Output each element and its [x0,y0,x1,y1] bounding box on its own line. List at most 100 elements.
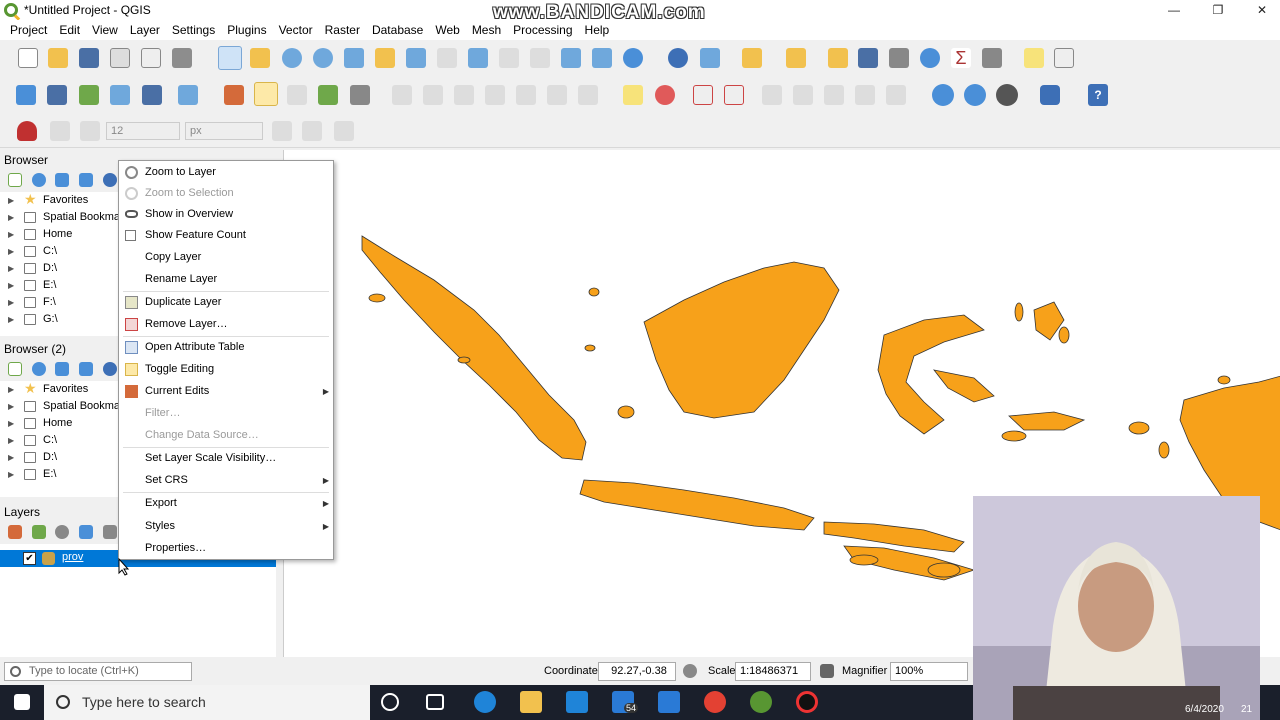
add-raster-layer-icon[interactable] [110,85,130,105]
zoom-native-icon[interactable] [437,48,457,68]
processing-toolbox-icon[interactable] [920,48,940,68]
file-explorer-icon[interactable] [520,691,542,713]
vertex-tool-icon[interactable] [350,85,370,105]
ctx-toggle-editing[interactable]: Toggle Editing [119,359,333,380]
add-vector-layer-icon[interactable] [79,85,99,105]
ctx-copy-layer[interactable]: Copy Layer [119,247,333,268]
pan-to-selection-icon[interactable] [250,48,270,68]
restore-button[interactable]: ❐ [1196,0,1240,20]
web-service-2-icon[interactable] [964,84,986,106]
run-feature-action-icon[interactable] [700,48,720,68]
modify-attributes-icon[interactable] [392,85,412,105]
refresh-browser-icon[interactable] [32,173,46,187]
menu-help[interactable]: Help [579,23,616,37]
snapping-mode-icon[interactable] [80,121,100,141]
cortana-icon[interactable] [381,693,399,711]
snapping-unit-select[interactable]: px [185,122,263,140]
new-geopackage-icon[interactable] [47,85,67,105]
zoom-next-icon[interactable] [499,48,519,68]
menu-settings[interactable]: Settings [166,23,221,37]
snapping-vertex-icon[interactable] [50,121,70,141]
properties-info-icon[interactable] [103,173,117,187]
rotate-label-icon[interactable] [824,85,844,105]
ctx-remove-layer[interactable]: Remove Layer… [119,314,333,335]
properties-info-icon[interactable] [103,362,117,376]
menu-mesh[interactable]: Mesh [466,23,507,37]
qgis-taskbar-icon[interactable] [750,691,772,713]
task-view-icon[interactable] [426,694,444,710]
redo-icon[interactable] [578,85,598,105]
menu-web[interactable]: Web [429,23,465,37]
web-service-3-icon[interactable] [996,84,1018,106]
menu-raster[interactable]: Raster [319,23,366,37]
refresh-browser-icon[interactable] [32,362,46,376]
save-project-icon[interactable] [79,48,99,68]
app-icon[interactable] [658,691,680,713]
add-group-icon[interactable] [32,525,46,539]
menu-project[interactable]: Project [4,23,53,37]
coordinate-field[interactable]: 92.27,-0.38 [598,662,676,681]
ctx-zoom-to-layer[interactable]: Zoom to Layer [119,162,333,183]
ctx-export[interactable]: Export ▶ [119,493,333,514]
tracing-icon[interactable] [334,121,354,141]
style-manager-icon[interactable] [172,48,192,68]
help-icon[interactable]: ? [1088,84,1108,106]
zoom-out-icon[interactable] [313,48,333,68]
change-label-icon[interactable] [855,85,875,105]
taskbar-search-input[interactable]: Type here to search [44,685,370,720]
field-calculator-icon[interactable] [889,48,909,68]
ctx-current-edits[interactable]: Current Edits ▶ [119,381,333,402]
feature-count-checkbox[interactable] [125,230,136,241]
label-properties-icon[interactable] [886,85,906,105]
show-hide-labels-icon[interactable] [762,85,782,105]
web-service-icon[interactable] [932,84,954,106]
undo-icon[interactable] [547,85,567,105]
edge-icon[interactable] [474,691,496,713]
ctx-show-in-overview[interactable]: Show in Overview [119,204,333,225]
cut-features-icon[interactable] [454,85,474,105]
add-delimited-text-icon[interactable] [178,85,198,105]
zoom-in-icon[interactable] [282,48,302,68]
add-selected-layer-icon[interactable] [8,173,22,187]
chrome-icon[interactable] [704,691,726,713]
menu-vector[interactable]: Vector [273,23,319,37]
attribute-table-icon[interactable] [858,48,878,68]
style-panel-icon[interactable] [8,525,22,539]
snap-intersection-icon[interactable] [302,121,322,141]
close-button[interactable]: ✕ [1240,0,1280,20]
select-by-value-icon[interactable] [786,48,806,68]
pin-labels-icon[interactable] [724,85,744,105]
menu-database[interactable]: Database [366,23,429,37]
zoom-full-icon[interactable] [344,48,364,68]
ctx-show-feature-count[interactable]: Show Feature Count [119,225,333,246]
menu-layer[interactable]: Layer [124,23,166,37]
locator-search-input[interactable]: Type to locate (Ctrl+K) [4,662,192,681]
magnet-snapping-icon[interactable] [17,121,37,141]
map-tips-icon[interactable] [1024,48,1044,68]
add-mesh-layer-icon[interactable] [142,85,162,105]
ctx-duplicate-layer[interactable]: Duplicate Layer [119,292,333,313]
highlight-pinned-labels-icon[interactable] [693,85,713,105]
filter-browser-icon[interactable] [55,173,69,187]
menu-plugins[interactable]: Plugins [221,23,272,37]
paste-features-icon[interactable] [516,85,536,105]
zoom-to-selection-icon[interactable] [375,48,395,68]
ctx-set-layer-scale-visibility[interactable]: Set Layer Scale Visibility… [119,448,333,469]
topological-editing-icon[interactable] [272,121,292,141]
manage-themes-icon[interactable] [55,525,69,539]
collapse-all-icon[interactable] [79,362,93,376]
store-icon[interactable] [566,691,588,713]
mail-icon[interactable]: 54 [612,691,639,713]
pan-map-icon[interactable] [218,46,242,70]
scale-field[interactable]: 1:18486371 [735,662,811,681]
text-annotation-icon[interactable] [1054,48,1074,68]
zoom-to-layer-icon[interactable] [406,48,426,68]
bandicam-icon[interactable] [796,691,818,713]
refresh-icon[interactable] [623,48,643,68]
new-project-icon[interactable] [18,48,38,68]
ctx-rename-layer[interactable]: Rename Layer [119,269,333,290]
current-edits-icon[interactable] [224,85,244,105]
show-bookmarks-icon[interactable] [592,48,612,68]
move-label-icon[interactable] [793,85,813,105]
measure-line-icon[interactable] [982,48,1002,68]
